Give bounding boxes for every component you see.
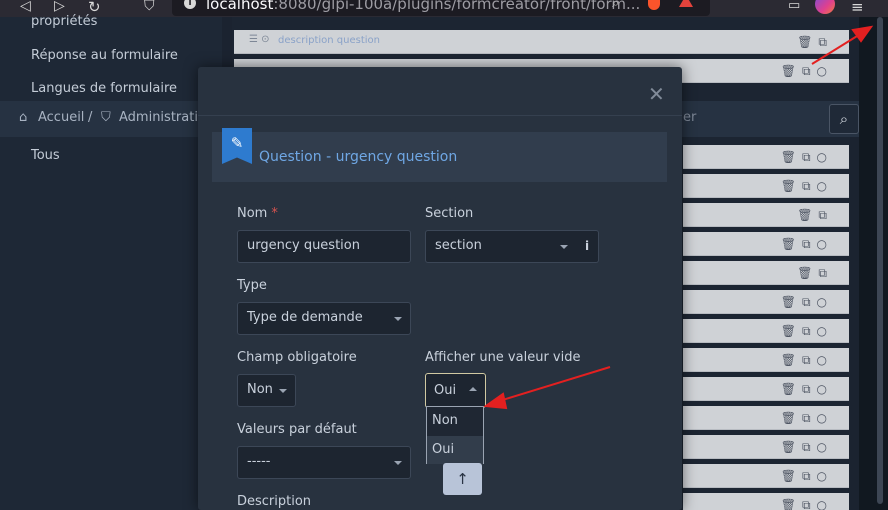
annotation-arrowhead — [483, 392, 508, 410]
annotation-arrows — [483, 25, 874, 410]
annotation-arrow-line — [811, 32, 863, 65]
annotation-arrowhead — [851, 25, 874, 43]
annotation-arrow-line — [495, 366, 611, 403]
